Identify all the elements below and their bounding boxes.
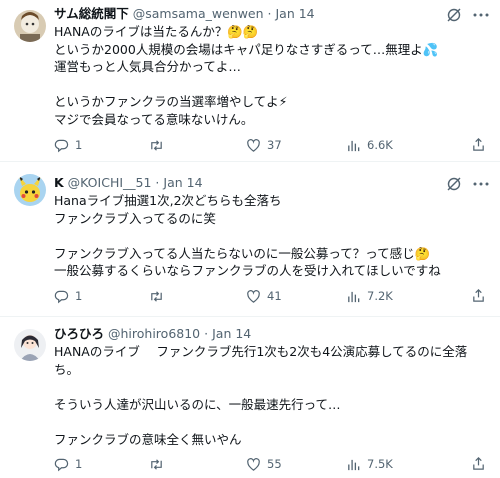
reply-button[interactable]: 1 [54, 456, 82, 472]
retweet-icon [151, 139, 162, 151]
display-name[interactable]: K [54, 175, 64, 190]
views-button[interactable]: 7.5K [346, 456, 393, 472]
action-bar: 1 41 7.2K [54, 288, 488, 304]
tweet-line: というかファンクラの当選率増やしてよ⚡ [54, 94, 288, 109]
like-button[interactable]: 41 [246, 288, 282, 304]
tweet-line: ち。 [54, 361, 80, 377]
view-count: 7.2K [367, 289, 393, 303]
tweet-line: ファンクラブ入ってる人当たらないのに一般公募って？って感じ🤔 [54, 245, 431, 261]
tweet-line [54, 76, 488, 94]
more-icon[interactable] [472, 7, 490, 23]
handle[interactable]: @KOICHI__51 [68, 175, 152, 190]
tweet-text: HANAのライブは当たるんか？🤔🤔 というか2000人規模の会場はキャパ足りなさ… [54, 23, 488, 128]
tweet-line: HANAのライブ ファンクラブ先行1次も2次も4公演応募してるのに全落 [54, 344, 468, 359]
tweet-text: Hanaライブ抽選1次,2次どちらも全落ち ファンクラブ入ってるのに笑 ファンク… [54, 192, 488, 280]
more-icon[interactable] [472, 176, 490, 192]
action-bar: 1 37 6.6K [54, 137, 488, 153]
like-button[interactable]: 55 [246, 456, 282, 472]
reply-icon [54, 290, 69, 303]
tweet-line: 一般公募するくらいならファンクラブの人を受け入れてほしいですね [54, 263, 441, 278]
timestamp[interactable]: Jan 14 [163, 175, 202, 190]
tweet-line: 運営もっと人気具合分かってよ… [54, 59, 241, 74]
tweet-header: サム総統閣下 @samsama_wenwen · Jan 14 [54, 6, 454, 22]
avatar[interactable] [14, 174, 46, 206]
timestamp[interactable]: Jan 14 [275, 6, 314, 21]
handle[interactable]: @hirohiro6810 [108, 326, 200, 341]
reply-count: 1 [75, 289, 83, 303]
separator: · [204, 326, 209, 341]
views-button[interactable]: 6.6K [346, 137, 393, 153]
tweet-1[interactable]: サム総統閣下 @samsama_wenwen · Jan 14 HANAのライブ… [0, 0, 500, 162]
like-count: 41 [267, 289, 282, 303]
tweet-line [54, 227, 488, 245]
like-count: 37 [267, 138, 282, 152]
retweet-button[interactable] [149, 137, 170, 153]
reply-button[interactable]: 1 [54, 137, 82, 153]
views-icon [348, 291, 360, 302]
reply-button[interactable]: 1 [54, 288, 82, 304]
view-count: 7.5K [367, 457, 393, 471]
grok-icon[interactable] [446, 176, 462, 192]
views-icon [348, 459, 360, 470]
action-bar: 1 55 7.5K [54, 456, 488, 472]
timestamp[interactable]: Jan 14 [212, 326, 251, 341]
like-button[interactable]: 37 [246, 137, 282, 153]
views-icon [348, 140, 360, 151]
heart-icon [247, 457, 260, 471]
view-count: 6.6K [367, 138, 393, 152]
tweet-header: ひろひろ @hirohiro6810 · Jan 14 [54, 326, 454, 342]
display-name[interactable]: ひろひろ [54, 326, 104, 341]
reply-count: 1 [75, 138, 83, 152]
handle[interactable]: @samsama_wenwen [133, 6, 264, 21]
retweet-icon [151, 290, 162, 302]
grok-icon[interactable] [446, 7, 462, 23]
views-button[interactable]: 7.2K [346, 288, 393, 304]
retweet-button[interactable] [149, 288, 170, 304]
retweet-icon [151, 458, 162, 470]
tweet-line: ファンクラブ入ってるのに笑 [54, 210, 216, 226]
avatar[interactable] [14, 329, 46, 361]
tweet-2[interactable]: K @KOICHI__51 · Jan 14 Hanaライブ抽選1次,2次どちら… [0, 162, 500, 317]
share-icon[interactable] [471, 456, 486, 471]
share-icon[interactable] [471, 137, 486, 152]
tweet-line: そういう人達が沢山いるのに、一般最速先行って… [54, 396, 341, 412]
tweet-line [54, 378, 488, 396]
tweet-line: HANAのライブは当たるんか？🤔🤔 [54, 24, 259, 39]
tweet-line: というか2000人規模の会場はキャパ足りなさすぎるって…無理よ💦 [54, 41, 439, 57]
reply-icon [54, 139, 69, 152]
heart-icon [247, 289, 260, 303]
tweet-3[interactable]: ひろひろ @hirohiro6810 · Jan 14 HANAのライブ ファン… [0, 317, 500, 478]
heart-icon [247, 138, 260, 152]
separator: · [267, 6, 272, 21]
tweet-line [54, 413, 488, 431]
like-count: 55 [267, 457, 282, 471]
reply-icon [54, 458, 69, 471]
reply-count: 1 [75, 457, 83, 471]
tweet-header: K @KOICHI__51 · Jan 14 [54, 175, 454, 191]
tweet-text: HANAのライブ ファンクラブ先行1次も2次も4公演応募してるのに全落 ち。 そ… [54, 343, 488, 448]
retweet-button[interactable] [149, 456, 170, 472]
share-icon[interactable] [471, 288, 486, 303]
tweet-line: ファンクラブの意味全く無いやん [54, 431, 242, 447]
tweet-line: マジで会員なってる意味ないけん。 [54, 111, 254, 127]
separator: · [155, 175, 160, 190]
tweet-line: Hanaライブ抽選1次,2次どちらも全落ち [54, 193, 282, 208]
display-name[interactable]: サム総統閣下 [54, 6, 129, 21]
avatar[interactable] [14, 10, 46, 42]
